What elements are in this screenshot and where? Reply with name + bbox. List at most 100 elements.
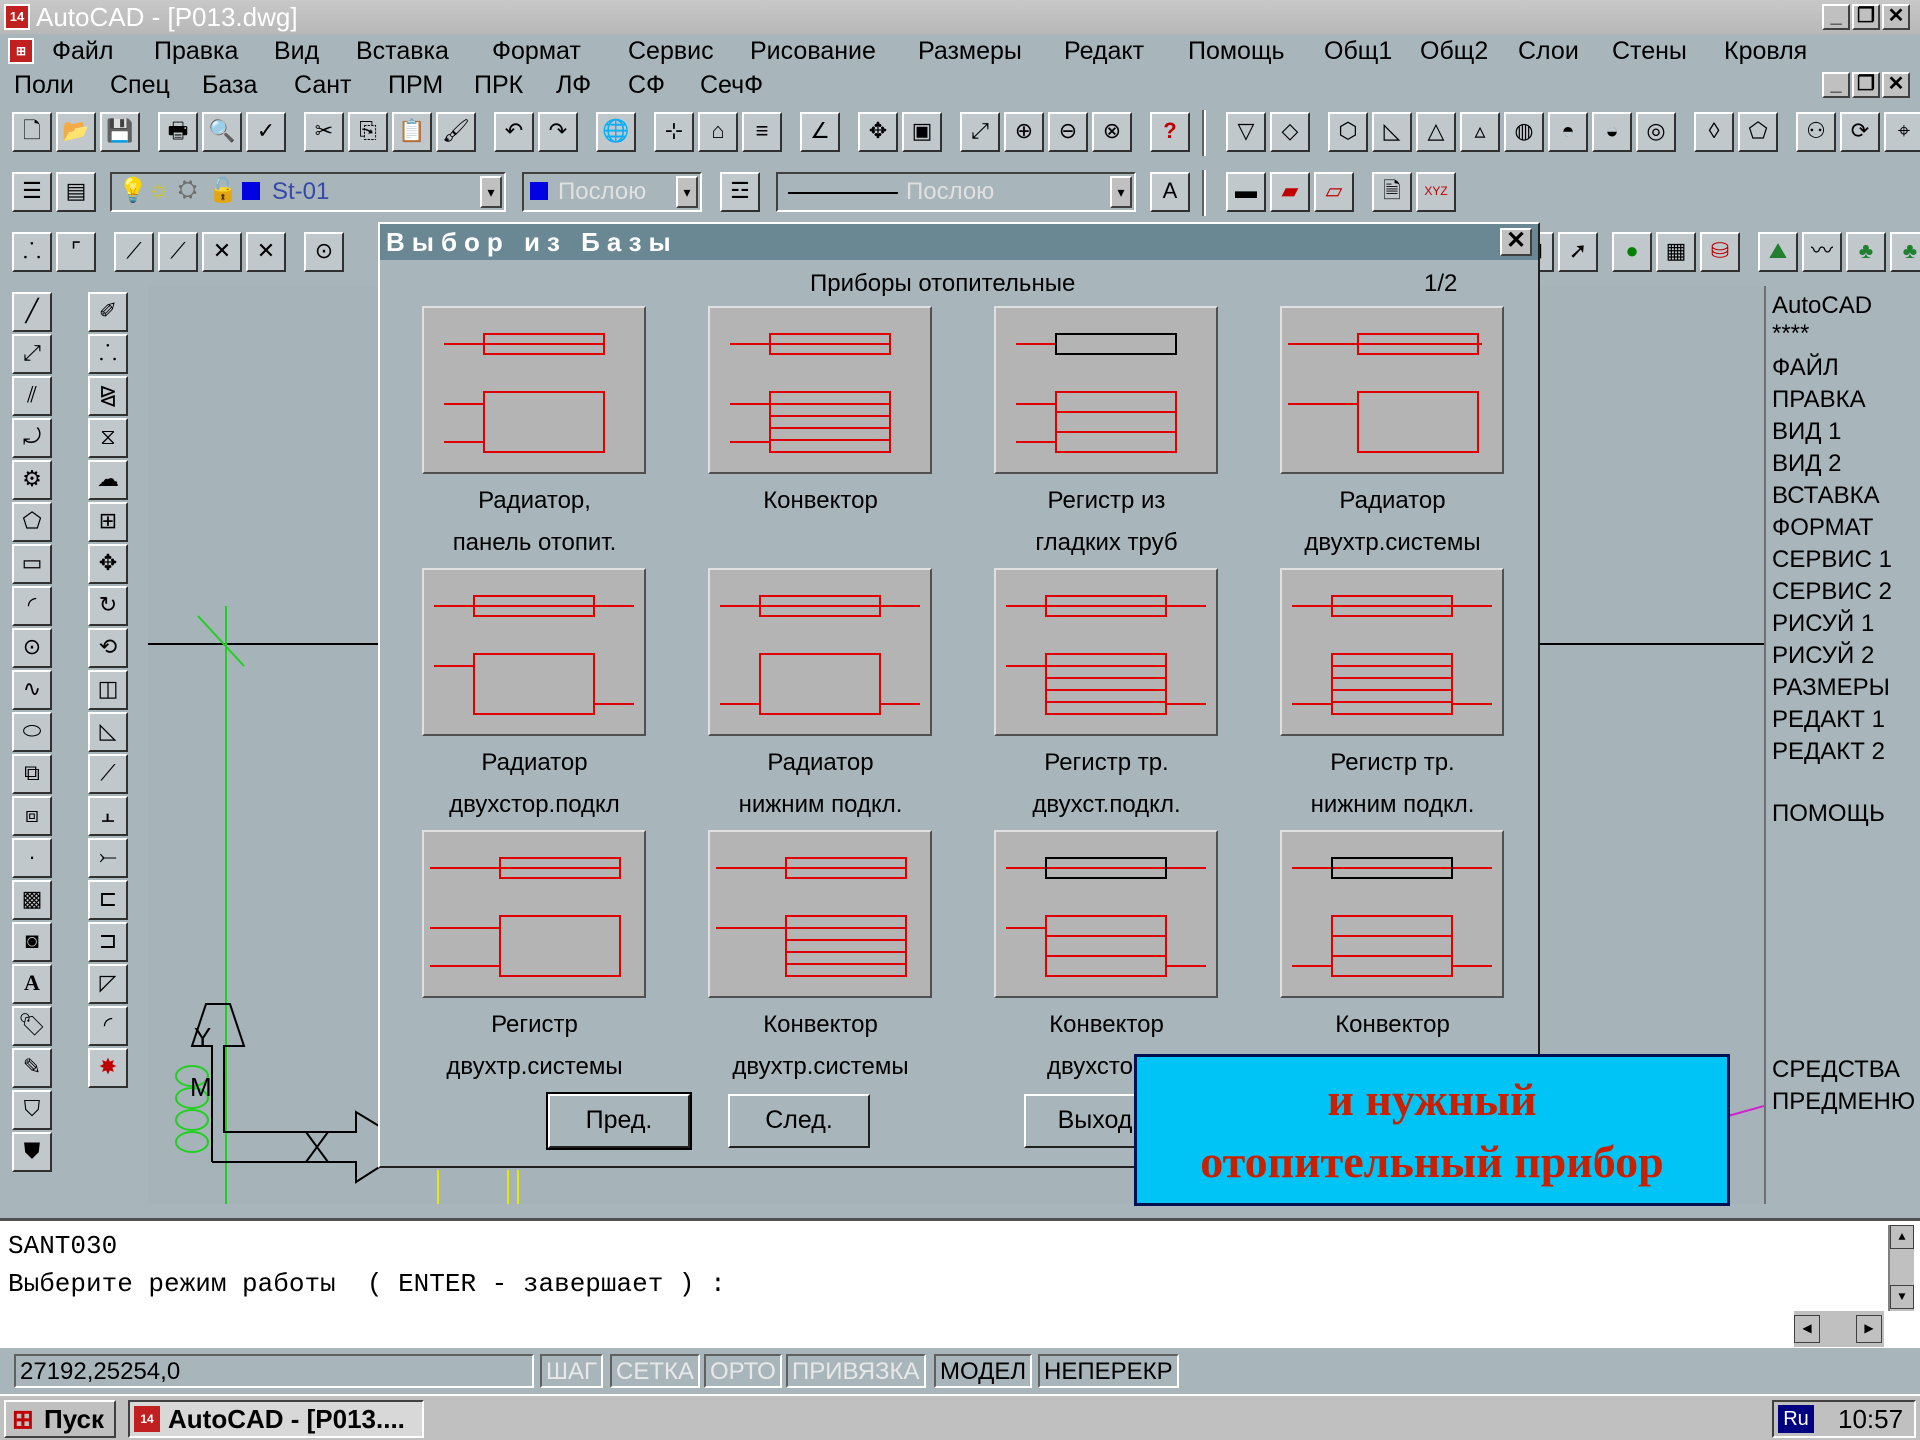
- linetype-icon[interactable]: ☲: [720, 172, 760, 212]
- screen-menu-format[interactable]: ФОРМАТ: [1772, 514, 1873, 542]
- fillet-icon[interactable]: ◜: [88, 1006, 128, 1046]
- linetype-dropdown[interactable]: Послою ▾: [776, 172, 1136, 212]
- array-icon[interactable]: ☁: [88, 460, 128, 500]
- scroll-up-icon[interactable]: ▲: [1890, 1225, 1914, 1249]
- autocad-task-button[interactable]: 14 AutoCAD - [P013....: [128, 1400, 424, 1438]
- snap-from-icon[interactable]: ⸫: [12, 232, 52, 272]
- screen-menu-tools1[interactable]: СЕРВИС 1: [1772, 546, 1892, 574]
- lineweight-icon[interactable]: ≡: [742, 112, 782, 152]
- circle-icon[interactable]: ⊙: [12, 628, 52, 668]
- item-tile-convector-bottom[interactable]: [1280, 830, 1504, 998]
- green-circle-icon[interactable]: ●: [1612, 232, 1652, 272]
- check-shield-icon[interactable]: ⛊: [12, 1132, 52, 1172]
- menu-tools[interactable]: Сервис: [628, 34, 714, 68]
- scroll-right-icon[interactable]: ▶: [1856, 1315, 1882, 1343]
- screen-menu-tools2[interactable]: СЕРВИС 2: [1772, 578, 1892, 606]
- menu-walls[interactable]: Стены: [1612, 34, 1687, 68]
- edit-table-icon[interactable]: ▦: [1656, 232, 1696, 272]
- object-snap-icon[interactable]: ⊹: [654, 112, 694, 152]
- menu-modify[interactable]: Редакт: [1064, 34, 1144, 68]
- start-button[interactable]: ⊞ Пуск: [4, 1400, 116, 1438]
- close-button[interactable]: ✕: [1882, 4, 1910, 30]
- save-icon[interactable]: 💾: [100, 112, 140, 152]
- trim-icon[interactable]: ⟋: [88, 754, 128, 794]
- explode-icon[interactable]: ✸: [88, 1048, 128, 1088]
- sheet-icon[interactable]: 🗎: [1372, 172, 1412, 212]
- render-icon[interactable]: ◇: [1270, 112, 1310, 152]
- menu-lf[interactable]: ЛФ: [556, 68, 591, 102]
- lineweight-tool-icon[interactable]: ▬: [1226, 172, 1266, 212]
- grid-toggle[interactable]: СЕТКА: [610, 1354, 700, 1388]
- snap-endpoint-icon[interactable]: ⌜: [56, 232, 96, 272]
- menu-sant[interactable]: Сант: [294, 68, 352, 102]
- chevron-down-icon[interactable]: ▾: [676, 176, 698, 208]
- bucket-icon[interactable]: ⛁: [1700, 232, 1740, 272]
- cone-icon[interactable]: ▵: [1460, 112, 1500, 152]
- screen-menu-tools[interactable]: СРЕДСТВА: [1772, 1056, 1900, 1084]
- menu-spec[interactable]: Спец: [110, 68, 170, 102]
- command-line[interactable]: SANT030 Выберите режим работы ( ENTER - …: [0, 1218, 1920, 1348]
- copy-object-icon[interactable]: ⸫: [88, 334, 128, 374]
- menu-help[interactable]: Помощь: [1188, 34, 1285, 68]
- snap-toggle[interactable]: ШАГ: [540, 1354, 603, 1388]
- item-tile-register-two-pipe[interactable]: [422, 830, 646, 998]
- layers-icon[interactable]: ▤: [56, 172, 96, 212]
- snap-apparent-icon[interactable]: ✕: [202, 232, 242, 272]
- menu-insert[interactable]: Вставка: [356, 34, 449, 68]
- chevron-down-icon[interactable]: ▾: [1110, 176, 1132, 208]
- scale-icon[interactable]: ⟲: [88, 628, 128, 668]
- snap-center-icon[interactable]: ⊙: [304, 232, 344, 272]
- document-icon[interactable]: ⊞: [8, 38, 34, 64]
- rectangle-icon[interactable]: ▭: [12, 544, 52, 584]
- screen-menu-premenu[interactable]: ПРЕДМЕНЮ: [1772, 1088, 1915, 1116]
- spelling-icon[interactable]: ✓: [246, 112, 286, 152]
- zoom-previous-icon[interactable]: ⊖: [1048, 112, 1088, 152]
- screen-menu-view2[interactable]: ВИД 2: [1772, 450, 1842, 478]
- item-tile-radiator-two-pipe[interactable]: [1280, 306, 1504, 474]
- shield-icon[interactable]: ⛉: [12, 1090, 52, 1130]
- orbit-icon[interactable]: ⟳: [1840, 112, 1880, 152]
- chamfer-icon[interactable]: ◸: [88, 964, 128, 1004]
- item-tile-register-bottom[interactable]: [1280, 568, 1504, 736]
- menu-common2[interactable]: Общ2: [1420, 34, 1488, 68]
- model-toggle[interactable]: МОДЕЛ: [934, 1354, 1033, 1388]
- item-tile-radiator-panel[interactable]: [422, 306, 646, 474]
- undo-icon[interactable]: ↶: [494, 112, 534, 152]
- scroll-left-icon[interactable]: ◀: [1794, 1315, 1820, 1343]
- print-preview-icon[interactable]: 🔍: [202, 112, 242, 152]
- item-tile-convector-two-pipe[interactable]: [708, 830, 932, 998]
- snap-midpoint-icon[interactable]: ⟋: [114, 232, 154, 272]
- arc-icon[interactable]: ◜: [12, 586, 52, 626]
- item-tile-radiator-two-side[interactable]: [422, 568, 646, 736]
- tree2-icon[interactable]: ♣: [1890, 232, 1920, 272]
- language-indicator[interactable]: Ru: [1778, 1405, 1814, 1433]
- screen-menu-edit[interactable]: ПРАВКА: [1772, 386, 1866, 414]
- stretch-icon[interactable]: ◫: [88, 670, 128, 710]
- menu-prm[interactable]: ПРМ: [388, 68, 443, 102]
- menu-sechf[interactable]: СечФ: [700, 68, 763, 102]
- screen-menu-file[interactable]: ФАЙЛ: [1772, 354, 1839, 382]
- dome-icon[interactable]: ◓: [1548, 112, 1588, 152]
- scroll-down-icon[interactable]: ▼: [1890, 1285, 1914, 1309]
- item-tile-convector-two-side[interactable]: [994, 830, 1218, 998]
- xyz-icon[interactable]: XYZ: [1416, 172, 1456, 212]
- dish-icon[interactable]: ◒: [1592, 112, 1632, 152]
- array-rect-icon[interactable]: ⊞: [88, 502, 128, 542]
- osnap-toggle[interactable]: ПРИВЯЗКА: [786, 1354, 926, 1388]
- copy-icon[interactable]: ⎘: [348, 112, 388, 152]
- lengthen-icon[interactable]: ◺: [88, 712, 128, 752]
- rotate-icon[interactable]: ↻: [88, 586, 128, 626]
- dialog-close-icon[interactable]: ✕: [1500, 228, 1532, 256]
- command-scrollbar[interactable]: ▲ ▼: [1888, 1225, 1914, 1311]
- item-tile-register-two-side[interactable]: [994, 568, 1218, 736]
- mirror-icon[interactable]: ⧎: [88, 376, 128, 416]
- screen-menu-dimensions[interactable]: РАЗМЕРЫ: [1772, 674, 1890, 702]
- join-icon[interactable]: ⊐: [88, 922, 128, 962]
- menu-dimensions[interactable]: Размеры: [918, 34, 1022, 68]
- new-file-icon[interactable]: 🗋: [12, 112, 52, 152]
- menu-prk[interactable]: ПРК: [474, 68, 523, 102]
- multiline-icon[interactable]: ⫽: [12, 376, 52, 416]
- move-icon[interactable]: ✥: [88, 544, 128, 584]
- cut-icon[interactable]: ✂: [304, 112, 344, 152]
- break-icon[interactable]: ⤚: [88, 838, 128, 878]
